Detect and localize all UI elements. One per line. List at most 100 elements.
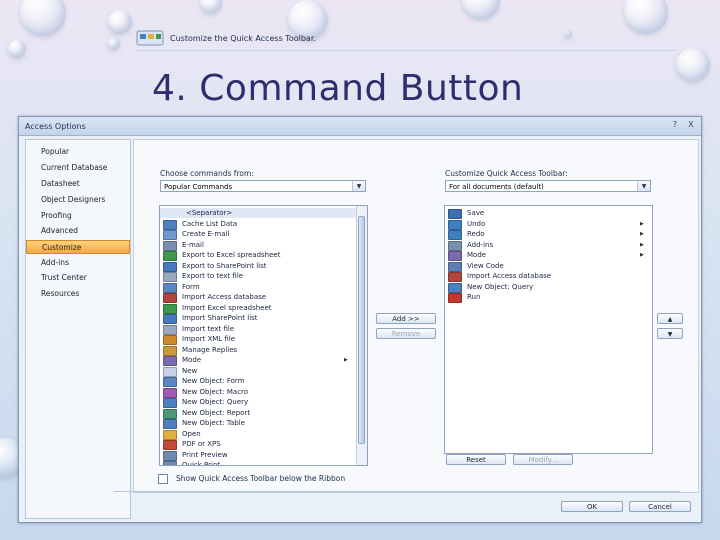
- move-up-button[interactable]: ▲: [657, 313, 683, 324]
- reset-button[interactable]: Reset: [446, 454, 506, 465]
- list-item-label: Form: [182, 282, 200, 291]
- slide-title: 4. Command Button: [152, 68, 524, 109]
- code-icon: [448, 261, 462, 272]
- list-item[interactable]: New: [160, 366, 356, 377]
- dialog-titlebar: Access Options ? X: [19, 117, 701, 136]
- list-item[interactable]: Import Access database: [445, 271, 650, 282]
- list-item-label: New Object: Query: [182, 398, 249, 406]
- list-item[interactable]: New Object: Table: [160, 418, 356, 429]
- add-ins-icon: [448, 240, 462, 251]
- list-item[interactable]: Quick Print: [160, 460, 356, 465]
- list-item[interactable]: New Object: Query: [160, 397, 356, 408]
- list-item-label: Export to Excel spreadsheet: [182, 251, 281, 259]
- divider: [114, 491, 680, 492]
- report-icon: [163, 408, 177, 419]
- choose-commands-select[interactable]: Popular Commands ▼: [160, 180, 366, 192]
- access-icon: [163, 293, 177, 303]
- macro-icon: [163, 387, 177, 398]
- list-item[interactable]: Export to Excel spreadsheet: [160, 250, 356, 261]
- scrollbar-thumb[interactable]: [358, 216, 365, 444]
- nav-item-add-ins[interactable]: Add-ins: [26, 256, 130, 270]
- list-item[interactable]: Import text file: [160, 324, 356, 335]
- nav-item-resources[interactable]: Resources: [26, 287, 130, 301]
- nav-item-advanced[interactable]: Advanced: [26, 224, 130, 238]
- decor-bubble: [200, 0, 222, 14]
- list-item[interactable]: Run: [445, 292, 650, 303]
- nav-item-customize[interactable]: Customize: [26, 240, 130, 254]
- list-item-label: Import Access database: [182, 293, 267, 301]
- divider: [136, 50, 676, 51]
- list-item[interactable]: Create E-mail: [160, 229, 356, 240]
- list-item-label: PDF or XPS: [182, 440, 221, 448]
- list-item-label: New Object: Form: [182, 377, 245, 385]
- list-item[interactable]: Save: [445, 208, 650, 219]
- text-file-icon: [163, 324, 177, 335]
- cancel-button[interactable]: Cancel: [629, 501, 691, 512]
- list-item[interactable]: Mode ▶: [160, 355, 356, 366]
- customize-toolbar-label: Customize Quick Access Toolbar:: [445, 169, 568, 178]
- list-item[interactable]: E-mail: [160, 240, 356, 251]
- list-item[interactable]: <Separator>: [160, 208, 356, 218]
- table-icon: [163, 219, 177, 230]
- list-item[interactable]: New Object: Form: [160, 376, 356, 387]
- list-item[interactable]: Mode ▶: [445, 250, 650, 261]
- list-item-label: Manage Replies: [182, 345, 238, 354]
- help-button[interactable]: ?: [669, 120, 681, 130]
- add-button[interactable]: Add >>: [376, 313, 436, 324]
- remove-button[interactable]: Remove: [376, 328, 436, 339]
- folder-icon: [163, 429, 177, 440]
- list-item[interactable]: New Object: Macro: [160, 387, 356, 398]
- header-text: Customize the Quick Access Toolbar.: [170, 34, 316, 43]
- list-item[interactable]: Add-ins ▶: [445, 240, 650, 251]
- list-item[interactable]: New Object: Query: [445, 282, 650, 293]
- submenu-arrow-icon: ▶: [640, 231, 644, 237]
- list-item-label: Export to SharePoint list: [182, 261, 267, 270]
- show-below-ribbon-label: Show Quick Access Toolbar below the Ribb…: [176, 474, 346, 483]
- modify-button[interactable]: Modify...: [513, 454, 573, 465]
- list-item[interactable]: Form: [160, 282, 356, 293]
- list-item[interactable]: Export to text file: [160, 271, 356, 282]
- commands-list[interactable]: <Separator> Cache List Data Create E-mail E…: [159, 205, 368, 466]
- show-below-ribbon-checkbox[interactable]: [158, 474, 168, 484]
- decor-bubble: [108, 10, 132, 34]
- list-item-label: Create E-mail: [182, 230, 230, 238]
- list-item[interactable]: Export to SharePoint list: [160, 261, 356, 272]
- list-item[interactable]: Open: [160, 429, 356, 440]
- new-icon: [163, 366, 177, 377]
- toolbar-list[interactable]: Save Undo ▶ Redo ▶ Add-ins ▶ Mode ▶ View Code Impo…: [444, 205, 653, 454]
- nav-item-current-database[interactable]: Current Database: [26, 161, 130, 175]
- list-item-label: Open: [182, 429, 201, 438]
- excel-icon: [163, 303, 177, 314]
- list-item[interactable]: View Code: [445, 261, 650, 272]
- nav-item-trust-center[interactable]: Trust Center: [26, 271, 130, 285]
- list-item-label: Mode: [467, 251, 487, 259]
- ok-button[interactable]: OK: [561, 501, 623, 512]
- submenu-arrow-icon: ▶: [640, 241, 644, 248]
- list-item[interactable]: Print Preview: [160, 450, 356, 461]
- nav-item-datasheet[interactable]: Datasheet: [26, 177, 130, 191]
- list-item[interactable]: Import SharePoint list: [160, 313, 356, 324]
- form-icon: [163, 377, 177, 387]
- list-item[interactable]: Import Excel spreadsheet: [160, 303, 356, 314]
- list-item[interactable]: PDF or XPS: [160, 439, 356, 450]
- list-item[interactable]: Manage Replies: [160, 345, 356, 356]
- nav-item-popular[interactable]: Popular: [26, 145, 130, 159]
- list-item[interactable]: Cache List Data: [160, 219, 356, 230]
- nav-item-object-designers[interactable]: Object Designers: [26, 193, 130, 207]
- list-item[interactable]: Import XML file: [160, 334, 356, 345]
- customize-toolbar-select[interactable]: For all documents (default) ▼: [445, 180, 651, 192]
- move-down-button[interactable]: ▼: [657, 328, 683, 339]
- list-item[interactable]: Import Access database: [160, 292, 356, 303]
- mode-icon: [448, 251, 462, 261]
- list-item-label: <Separator>: [186, 209, 233, 217]
- print-preview-icon: [163, 450, 177, 461]
- close-button[interactable]: X: [685, 120, 697, 130]
- decor-bubble: [20, 0, 66, 36]
- list-item[interactable]: Undo ▶: [445, 219, 650, 230]
- nav-item-proofing[interactable]: Proofing: [26, 209, 130, 223]
- decor-bubble: [624, 0, 668, 34]
- commands-scrollbar[interactable]: [356, 206, 367, 465]
- list-item[interactable]: New Object: Report: [160, 408, 356, 419]
- list-item[interactable]: Redo ▶: [445, 229, 650, 240]
- save-icon: [448, 209, 462, 219]
